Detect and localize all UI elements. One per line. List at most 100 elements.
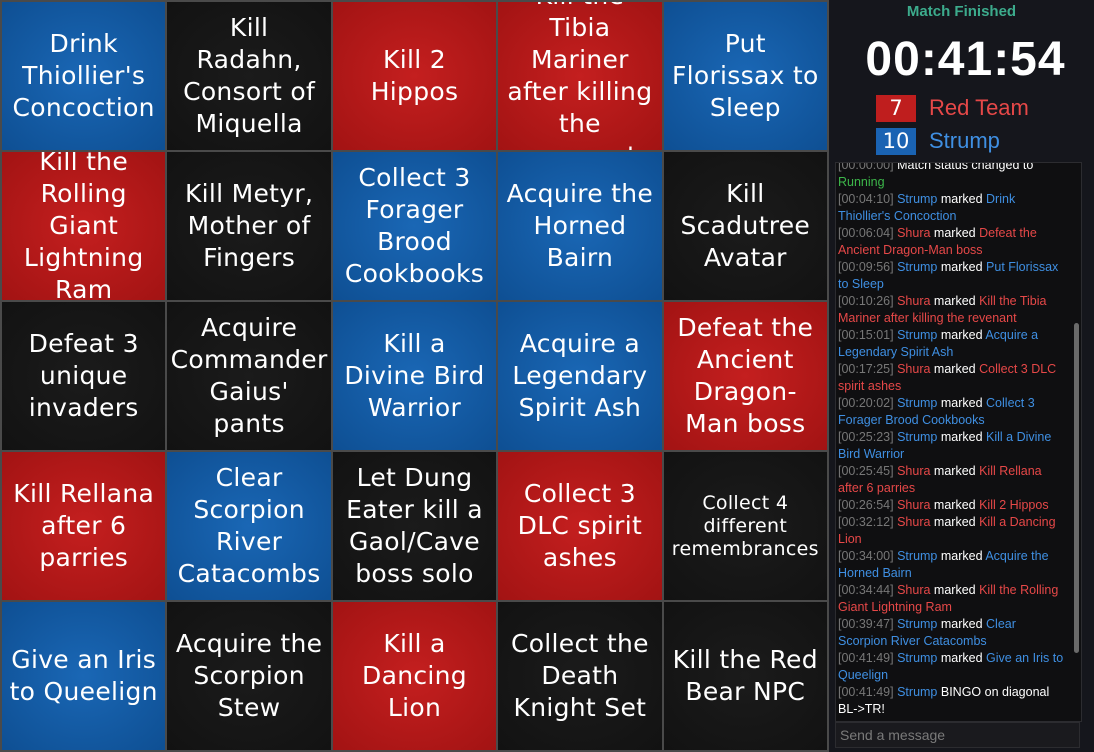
log-entry: [00:04:10] Strump marked Drink Thiollier…	[838, 191, 1067, 225]
log-timestamp: [00:00:00]	[838, 162, 894, 172]
sidebar: Match Finished 00:41:54 7 Red Team 10 St…	[829, 0, 1094, 752]
log-timestamp: [00:39:47]	[838, 617, 894, 631]
log-entry: [00:26:54] Shura marked Kill 2 Hippos	[838, 497, 1067, 514]
log-timestamp: [00:26:54]	[838, 498, 894, 512]
bingo-cell[interactable]: Acquire Commander Gaius' pants	[167, 302, 331, 450]
bingo-cell[interactable]: Kill Radahn, Consort of Miquella	[167, 2, 331, 150]
log-entry: [00:34:44] Shura marked Kill the Rolling…	[838, 582, 1067, 616]
bingo-cell[interactable]: Let Dung Eater kill a Gaol/Cave boss sol…	[332, 452, 497, 600]
log-timestamp: [00:32:12]	[838, 515, 894, 529]
log-entry: [00:10:26] Shura marked Kill the Tibia M…	[838, 293, 1067, 327]
bingo-cell[interactable]: Collect 3 Forager Brood Cookbooks	[332, 152, 497, 300]
bingo-cell[interactable]: Drink Thiollier's Concoction	[2, 2, 166, 150]
log-action: marked	[930, 498, 980, 512]
log-action: marked	[930, 294, 980, 308]
team-red-name: Red Team	[929, 95, 1029, 120]
log-entry: [00:00:00] Match status changed to Runni…	[838, 162, 1067, 191]
bingo-cell[interactable]: Defeat 3 unique invaders	[2, 302, 166, 450]
log-action: marked	[937, 192, 987, 206]
bingo-cell[interactable]: Collect 4 different remembrances	[663, 452, 827, 600]
log-timestamp: [00:04:10]	[838, 192, 894, 206]
log-action: marked	[937, 328, 986, 342]
log-timestamp: [00:06:04]	[838, 226, 894, 240]
log-action: marked	[930, 362, 980, 376]
log-player: Strump	[897, 430, 938, 444]
log-entry: [00:34:00] Strump marked Acquire the Hor…	[838, 548, 1067, 582]
log-action: marked	[937, 651, 987, 665]
chat-input[interactable]	[835, 722, 1080, 748]
log-action: marked	[937, 260, 987, 274]
log-player: Shura	[897, 362, 931, 376]
team-blue-name: Strump	[929, 128, 1000, 153]
log-action: marked	[930, 515, 980, 529]
log-action: marked	[937, 396, 987, 410]
log-timestamp: [00:17:25]	[838, 362, 894, 376]
bingo-cell[interactable]: Kill Rellana after 6 parries	[2, 452, 166, 600]
log-entry: [00:20:02] Strump marked Collect 3 Forag…	[838, 395, 1067, 429]
log-entry: [00:17:25] Shura marked Collect 3 DLC sp…	[838, 361, 1067, 395]
team-red-count: 7	[876, 94, 916, 122]
bingo-cell[interactable]: Collect 3 DLC spirit ashes	[498, 452, 662, 600]
log-player: Shura	[897, 464, 931, 478]
log-player: Strump	[897, 549, 938, 563]
bingo-cell[interactable]: Acquire the Horned Bairn	[498, 152, 662, 300]
match-timer: 00:41:54	[865, 33, 1066, 86]
log-entry: [00:09:56] Strump marked Put Florissax t…	[838, 259, 1067, 293]
log-scrollbar[interactable]	[1074, 323, 1079, 653]
bingo-cell[interactable]: Give an Iris to Queelign	[2, 602, 166, 750]
team-blue-score: 10 Strump	[876, 127, 1000, 155]
log-action: marked	[937, 617, 987, 631]
log-player: Strump	[897, 192, 938, 206]
bingo-cell[interactable]: Clear Scorpion River Catacombs	[167, 452, 331, 600]
log-player: Shura	[897, 226, 931, 240]
bingo-cell[interactable]: Acquire a Legendary Spirit Ash	[498, 302, 662, 450]
log-timestamp: [00:25:23]	[838, 430, 894, 444]
log-timestamp: [00:41:49]	[838, 685, 894, 699]
log-entry: [00:41:49] Strump BINGO on diagonal BL->…	[838, 684, 1067, 718]
log-entry: [00:32:12] Shura marked Kill a Dancing L…	[838, 514, 1067, 548]
log-player: Strump	[897, 396, 938, 410]
bingo-cell[interactable]: Kill 2 Hippos	[332, 2, 497, 150]
bingo-cell[interactable]: Put Florissax to Sleep	[663, 2, 827, 150]
log-action: marked	[930, 464, 980, 478]
bingo-cell[interactable]: Kill a Dancing Lion	[332, 602, 497, 750]
log-timestamp: [00:25:45]	[838, 464, 894, 478]
bingo-cell[interactable]: Kill the Rolling Giant Lightning Ram	[2, 152, 166, 300]
log-timestamp: [00:15:01]	[838, 328, 894, 342]
bingo-cell[interactable]: Kill a Divine Bird Warrior	[332, 302, 497, 450]
bingo-cell[interactable]: Acquire the Scorpion Stew	[167, 602, 331, 750]
log-action: marked	[937, 430, 987, 444]
bingo-cell[interactable]: Kill Metyr, Mother of Fingers	[167, 152, 331, 300]
log-player: Shura	[897, 515, 931, 529]
log-timestamp: [00:20:02]	[838, 396, 894, 410]
event-log[interactable]: [00:00:00] Match status changed to Runni…	[835, 162, 1082, 722]
log-player: Strump	[897, 617, 938, 631]
log-timestamp: [00:34:00]	[838, 549, 894, 563]
log-entry: [00:25:23] Strump marked Kill a Divine B…	[838, 429, 1067, 463]
log-player: Strump	[897, 651, 938, 665]
log-entry: [00:39:47] Strump marked Clear Scorpion …	[838, 616, 1067, 650]
log-player: Shura	[897, 498, 931, 512]
log-timestamp: [00:10:26]	[838, 294, 894, 308]
log-entry: [00:15:01] Strump marked Acquire a Legen…	[838, 327, 1067, 361]
log-timestamp: [00:09:56]	[838, 260, 894, 274]
log-action: marked	[930, 226, 980, 240]
log-entry: [00:25:45] Shura marked Kill Rellana aft…	[838, 463, 1067, 497]
log-goal: Running	[838, 175, 885, 189]
bingo-cell[interactable]: Kill Scadutree Avatar	[663, 152, 827, 300]
bingo-cell[interactable]: Kill the Tibia Mariner after killing the…	[498, 2, 662, 150]
log-player: Strump	[897, 328, 938, 342]
bingo-cell[interactable]: Defeat the Ancient Dragon-Man boss	[663, 302, 827, 450]
log-player: Strump	[897, 685, 938, 699]
log-timestamp: [00:41:49]	[838, 651, 894, 665]
log-action: marked	[930, 583, 980, 597]
log-player: Shura	[897, 583, 931, 597]
log-action: Match status changed to	[897, 162, 1034, 172]
team-blue-count: 10	[876, 127, 916, 155]
bingo-board: Drink Thiollier's Concoction Kill Radahn,…	[0, 0, 829, 752]
log-player: Shura	[897, 294, 931, 308]
bingo-cell[interactable]: Kill the Red Bear NPC	[663, 602, 827, 750]
log-goal: Kill 2 Hippos	[979, 498, 1049, 512]
log-timestamp: [00:34:44]	[838, 583, 894, 597]
bingo-cell[interactable]: Collect the Death Knight Set	[498, 602, 662, 750]
